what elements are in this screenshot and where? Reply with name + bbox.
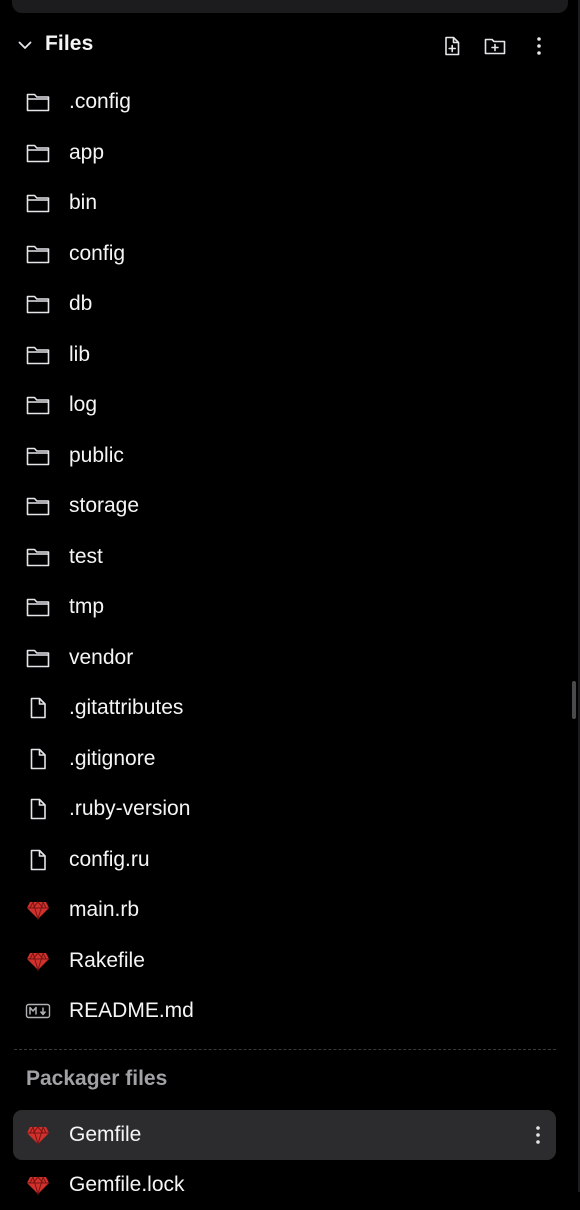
file-tree-item-label: vendor [69, 645, 134, 669]
folder-icon [24, 443, 52, 469]
top-panel-edge [12, 0, 568, 13]
file-tree-item-label: main.rb [69, 898, 140, 921]
file-tree-item[interactable]: vendor [0, 633, 570, 684]
file-tree-item-label: tmp [69, 595, 105, 618]
file-tree-item[interactable]: .gitattributes [0, 683, 570, 734]
folder-icon [24, 241, 52, 267]
file-tree-item-label: storage [69, 494, 140, 517]
file-tree-item[interactable]: public [0, 431, 570, 482]
folder-icon [24, 190, 52, 216]
ruby-icon [24, 948, 52, 974]
file-tree-item[interactable]: app [0, 128, 570, 179]
file-tree-item[interactable]: bin [0, 178, 570, 229]
file-icon [24, 847, 52, 873]
file-tree-item[interactable]: test [0, 532, 570, 583]
file-tree-item[interactable]: db [0, 279, 570, 330]
packager-file-list: Gemfile Gemfile.lock [0, 1110, 570, 1210]
section-divider [14, 1049, 556, 1050]
file-tree-item[interactable]: .ruby-version [0, 784, 570, 835]
file-tree-item-label: .gitattributes [69, 696, 184, 719]
file-tree-item[interactable]: log [0, 380, 570, 431]
file-tree-item-label: .gitignore [69, 746, 156, 770]
more-vertical-icon[interactable] [526, 1122, 550, 1148]
file-icon [24, 746, 52, 772]
folder-icon [24, 493, 52, 519]
more-vertical-icon[interactable] [526, 33, 552, 59]
file-tree-item[interactable]: storage [0, 481, 570, 532]
file-tree-item-label: log [69, 393, 98, 416]
file-tree-item-label: test [69, 544, 103, 568]
ruby-icon [24, 1122, 52, 1148]
new-file-icon[interactable] [439, 33, 465, 59]
file-tree-item-label: app [69, 140, 105, 164]
file-tree-item[interactable]: .config [0, 77, 570, 128]
markdown-icon [24, 998, 52, 1024]
file-tree-item[interactable]: tmp [0, 582, 570, 633]
folder-icon [24, 645, 52, 671]
packager-item-gemfile-lock[interactable]: Gemfile.lock [0, 1160, 570, 1210]
file-tree-item-label: README.md [69, 999, 194, 1022]
packager-files-title: Packager files [26, 1067, 168, 1090]
chevron-down-icon[interactable] [16, 36, 34, 54]
file-tree-item[interactable]: Rakefile [0, 936, 570, 987]
file-icon [24, 796, 52, 822]
new-folder-icon[interactable] [482, 33, 508, 59]
packager-item-label: Gemfile [69, 1123, 142, 1146]
folder-icon [24, 89, 52, 115]
file-tree-item-label: config.ru [69, 847, 150, 871]
folder-icon [24, 140, 52, 166]
files-section-header: Files [0, 24, 580, 66]
ruby-icon [24, 1172, 52, 1198]
file-tree: .config app bin config db lib log public… [0, 77, 570, 1037]
file-tree-item-label: Rakefile [69, 948, 145, 972]
file-tree-item[interactable]: main.rb [0, 885, 570, 936]
file-tree-item-label: public [69, 443, 124, 467]
file-icon [24, 695, 52, 721]
file-tree-item-label: bin [69, 191, 98, 214]
file-tree-item-label: lib [69, 342, 91, 366]
packager-item-gemfile[interactable]: Gemfile [13, 1110, 556, 1160]
file-tree-item-label: .ruby-version [69, 797, 191, 820]
folder-icon [24, 342, 52, 368]
file-tree-item-label: .config [69, 90, 131, 113]
scrollbar-thumb[interactable] [572, 681, 576, 719]
folder-icon [24, 544, 52, 570]
file-tree-item[interactable]: config.ru [0, 835, 570, 886]
packager-item-label: Gemfile.lock [69, 1173, 185, 1196]
files-title[interactable]: Files [45, 32, 93, 56]
file-tree-item[interactable]: lib [0, 330, 570, 381]
file-tree-item[interactable]: .gitignore [0, 734, 570, 785]
file-tree-item[interactable]: config [0, 229, 570, 280]
file-tree-item-label: config [69, 241, 126, 265]
folder-icon [24, 291, 52, 317]
file-tree-item[interactable]: README.md [0, 986, 570, 1037]
folder-icon [24, 392, 52, 418]
file-tree-item-label: db [69, 292, 93, 315]
ruby-icon [24, 897, 52, 923]
folder-icon [24, 594, 52, 620]
